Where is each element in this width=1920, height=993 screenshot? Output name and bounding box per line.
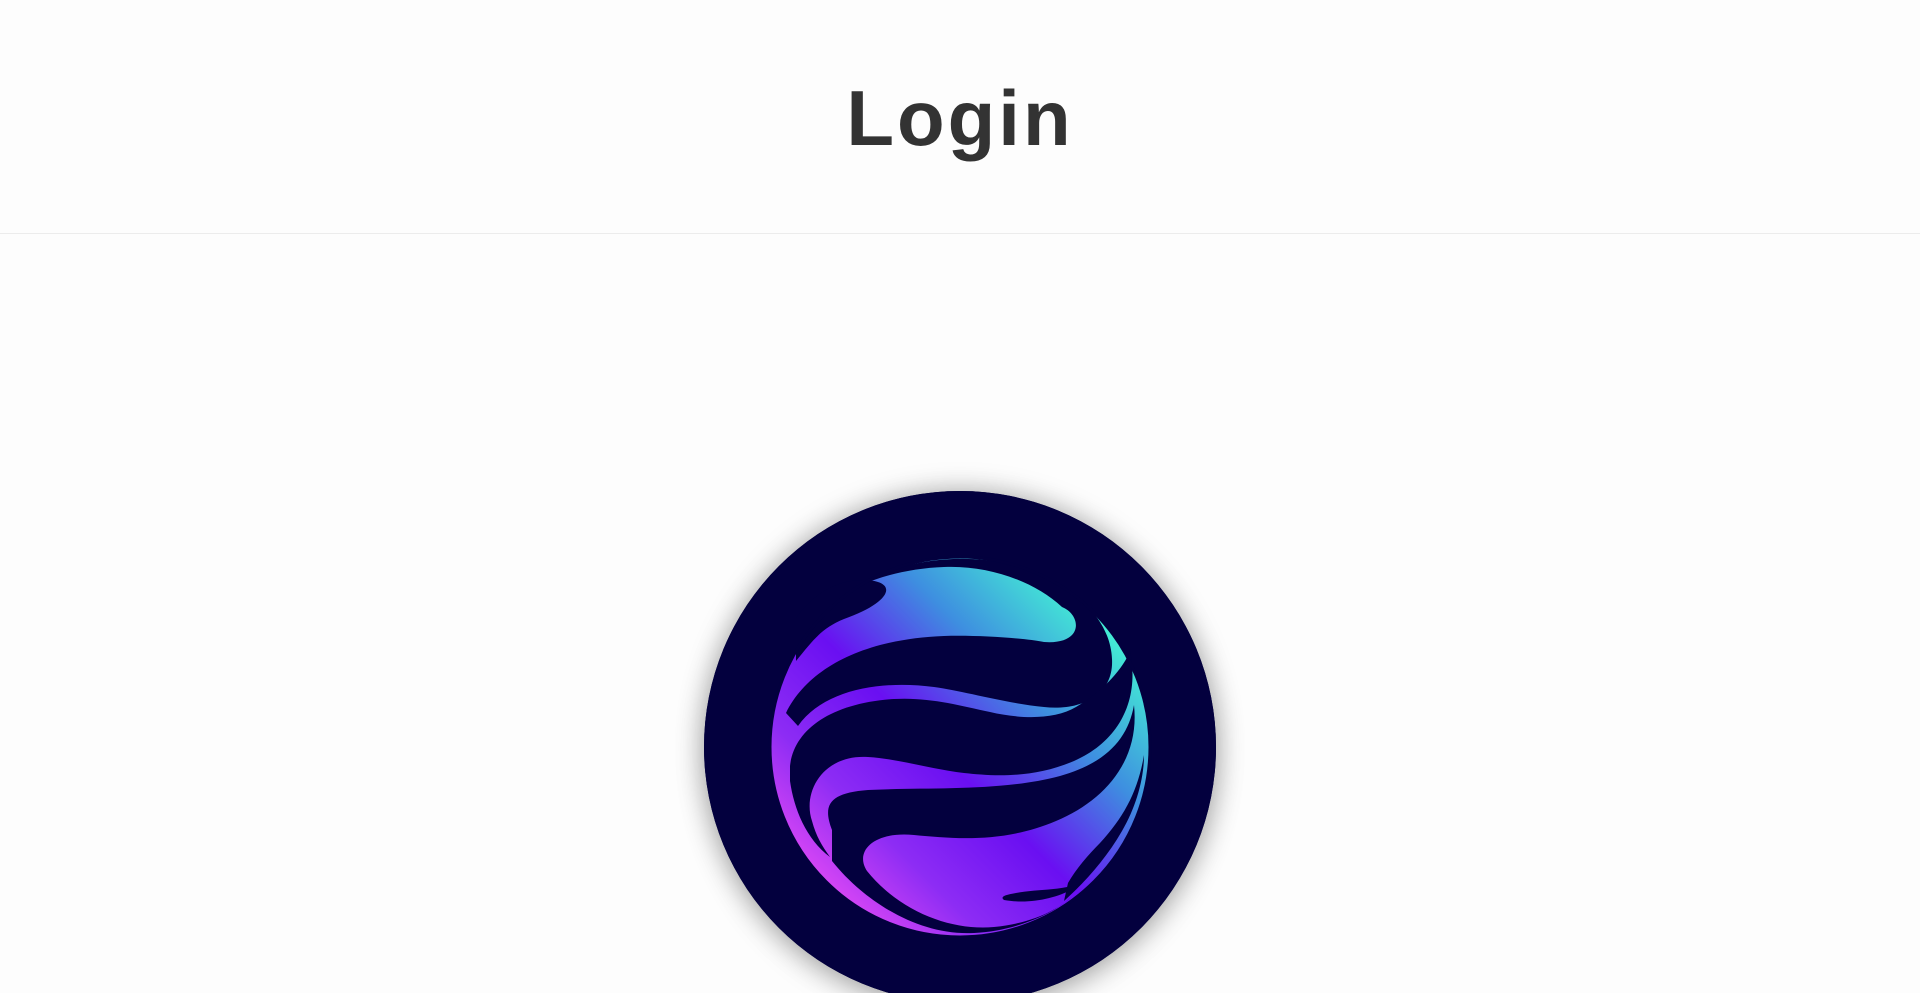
page-title: Login [846,74,1074,162]
login-page: Login [0,0,1920,993]
page-header: Login [0,0,1920,234]
gradient-sphere-logo-icon [704,491,1216,993]
app-logo [704,491,1216,993]
